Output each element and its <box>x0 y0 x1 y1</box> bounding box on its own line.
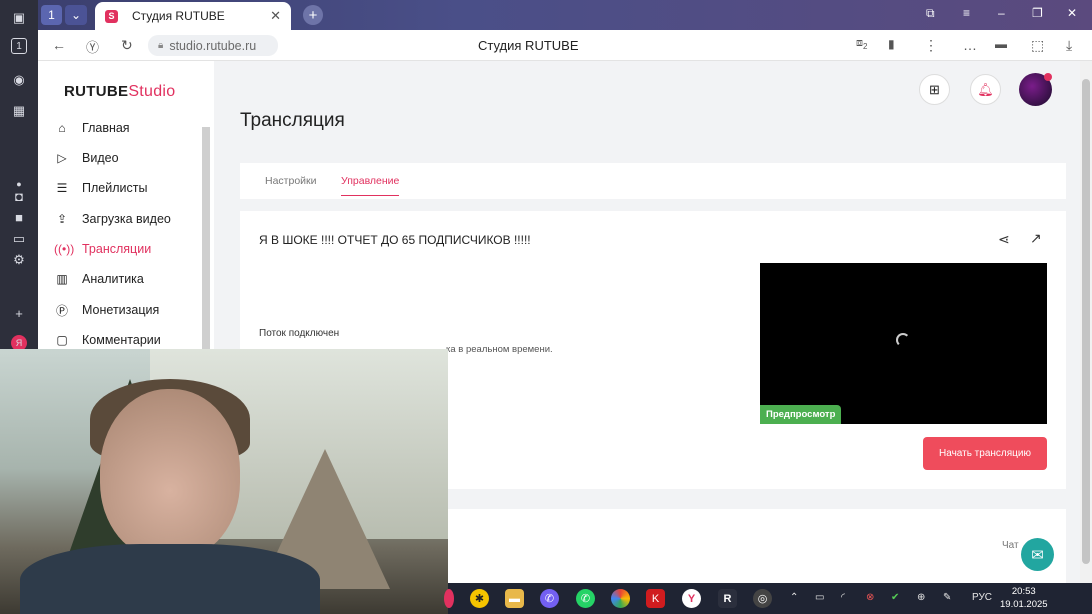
page-scrollbar[interactable] <box>1080 61 1092 583</box>
home-icon: ⌂ <box>58 121 66 135</box>
avatar[interactable] <box>1019 73 1052 106</box>
video-icon[interactable]: ■ <box>9 207 29 227</box>
stream-title: Я В ШОКЕ !!!! ОТЧЕТ ДО 65 ПОДПИСЧИКОВ !!… <box>259 233 531 247</box>
battery-tray-icon[interactable]: ▭ <box>815 592 824 603</box>
chrome-icon[interactable] <box>611 589 630 608</box>
loading-spinner-icon <box>896 333 910 347</box>
tab-settings[interactable]: Настройки <box>265 175 317 187</box>
play-icon: ▷ <box>57 151 67 165</box>
whatsapp-icon[interactable]: ✆ <box>576 589 595 608</box>
tab-counter-chip[interactable]: 1 <box>41 5 62 25</box>
webcam-overlay <box>0 349 448 614</box>
monetization-icon: Ⓟ <box>55 303 68 318</box>
apps-icon[interactable]: ▦ <box>9 101 29 121</box>
yandex-browser-icon[interactable]: Y <box>682 589 701 608</box>
kaspersky-icon[interactable]: K <box>646 589 665 608</box>
rutube-studio-logo[interactable]: RUTUBEStudio <box>64 83 175 101</box>
taskbar: ✱ ▬ ✆ ✆ K Y R ◎ ⌃ ▭ ◜ ⊗ ✔ ⊕ ✎ РУС 20:53 … <box>444 583 1092 614</box>
pen-icon[interactable]: ✎ <box>943 592 951 603</box>
tray-chevron-icon[interactable]: ⌃ <box>790 592 798 603</box>
stream-preview[interactable]: Предпросмотр <box>760 263 1047 424</box>
camera-icon[interactable]: ◘ <box>9 186 29 206</box>
browser-titlebar: 1 ⌄ S Студия RUTUBE ✕ + ⧉ ≡ – ❐ ✕ <box>38 0 1092 30</box>
lock-icon: 🔒︎ <box>158 40 164 51</box>
url-text: studio.rutube.ru <box>169 38 257 53</box>
broadcast-icon: ((•)) <box>54 242 75 256</box>
sidebar-item-home[interactable]: ⌂ Главная <box>54 118 129 138</box>
sidebar-item-upload[interactable]: ⇪ Загрузка видео <box>54 209 171 229</box>
page-title: Студия RUTUBE <box>478 38 579 53</box>
tray-app-icon[interactable]: ⊗ <box>866 592 874 603</box>
close-window-icon[interactable]: ✕ <box>1067 6 1077 20</box>
plus-square-icon: ⊞ <box>929 81 940 97</box>
close-tab-icon[interactable]: ✕ <box>270 8 281 24</box>
tab-title: Студия RUTUBE <box>132 9 225 23</box>
restore-icon[interactable]: ❐ <box>1032 6 1043 20</box>
new-tab-button[interactable]: + <box>303 5 323 25</box>
external-link-icon[interactable]: ↗ <box>1030 230 1042 247</box>
obs-icon[interactable]: ◎ <box>753 589 772 608</box>
clock[interactable]: 20:53 19.01.2025 <box>1000 585 1048 611</box>
preview-badge: Предпросмотр <box>760 405 842 424</box>
app-icon[interactable] <box>444 589 454 608</box>
window-icon[interactable]: ▭ <box>9 229 29 249</box>
add-content-button[interactable]: ⊞ <box>919 74 950 105</box>
address-bar: ← Ⓨ ↻ 🔒︎ studio.rutube.ru Студия RUTUBE … <box>38 30 1092 61</box>
tray-check-icon[interactable]: ✔ <box>891 592 899 603</box>
upload-icon: ⇪ <box>56 212 68 226</box>
active-tab[interactable]: S Студия RUTUBE ✕ <box>95 2 291 30</box>
comments-icon: ▢ <box>56 333 68 347</box>
reload-icon[interactable]: ↻ <box>121 37 133 54</box>
viber-icon[interactable]: ✆ <box>540 589 559 608</box>
more-icon[interactable]: ⋮ <box>924 37 938 54</box>
tray-phone-icon[interactable]: ⊕ <box>917 592 925 603</box>
chevron-down-icon[interactable]: ⌄ <box>65 5 87 25</box>
minimize-icon[interactable]: – <box>998 6 1005 20</box>
downloads-icon[interactable]: ⤓ <box>1066 37 1072 54</box>
page-tabs: Настройки Управление <box>240 163 1066 199</box>
tab-management[interactable]: Управление <box>341 175 400 196</box>
tabs-icon[interactable]: ▣ <box>9 8 29 28</box>
bell-icon: 🔔︎ <box>977 81 994 97</box>
alice-icon[interactable]: ◉ <box>9 70 29 90</box>
url-field[interactable]: 🔒︎ studio.rutube.ru <box>148 35 278 56</box>
file-explorer-icon[interactable]: ▬ <box>505 589 524 608</box>
back-icon[interactable]: ← <box>52 37 66 53</box>
overflow-icon[interactable]: … <box>963 37 977 53</box>
yandex-logo-icon[interactable]: Ⓨ <box>86 37 99 56</box>
stream-status-description: ка в реальном времени. <box>446 344 553 355</box>
menu-icon[interactable]: ≡ <box>963 6 970 20</box>
chat-label[interactable]: Чат <box>1002 540 1019 551</box>
sidebar-item-comments[interactable]: ▢ Комментарии <box>54 330 160 350</box>
app-icon[interactable]: ✱ <box>470 589 489 608</box>
sidebar-item-broadcasts[interactable]: ((•)) Трансляции <box>54 239 151 259</box>
bookmark-manager-icon[interactable]: ⧉ <box>926 6 935 21</box>
sidebar-item-analytics[interactable]: ▥ Аналитика <box>54 269 144 289</box>
wifi-icon[interactable]: ◜ <box>841 592 845 603</box>
stream-status: Поток подключен <box>259 328 340 339</box>
settings-icon[interactable]: ⚙ <box>9 250 29 270</box>
rutube-favicon-icon: S <box>105 9 118 23</box>
sidebar-item-video[interactable]: ▷ Видео <box>54 148 118 168</box>
page-heading: Трансляция <box>240 110 345 131</box>
list-icon: ☰ <box>56 181 68 195</box>
analytics-icon: ▥ <box>56 272 68 286</box>
support-chat-button[interactable]: ✉ <box>1021 538 1054 571</box>
chat-bubble-icon: ✉ <box>1031 546 1044 564</box>
extensions-icon[interactable]: ⬚ <box>1031 37 1044 54</box>
share-icon[interactable]: ⋖ <box>998 231 1010 248</box>
sidebar-item-playlists[interactable]: ☰ Плейлисты <box>54 178 148 198</box>
notifications-button[interactable]: 🔔︎ <box>970 74 1001 105</box>
language-indicator[interactable]: РУС <box>972 592 992 603</box>
start-stream-button[interactable]: Начать трансляцию <box>923 437 1047 470</box>
rutube-app-icon[interactable]: R <box>718 589 737 608</box>
collections-icon[interactable]: ⧈2 <box>856 37 867 51</box>
bookmark-icon[interactable]: ▮ <box>888 37 895 51</box>
battery-icon[interactable]: ▬ <box>995 37 1007 51</box>
add-icon[interactable]: + <box>9 303 29 323</box>
sidebar-item-monetization[interactable]: Ⓟ Монетизация <box>54 300 159 320</box>
tab-counter-icon[interactable]: 1 <box>11 38 27 54</box>
